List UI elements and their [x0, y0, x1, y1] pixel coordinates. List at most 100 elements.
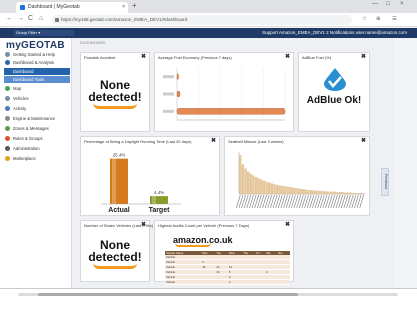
group-filter-select[interactable]: Group Filter ▾ [14, 30, 74, 36]
sidebar-item-activity[interactable]: Activity [4, 105, 70, 112]
seatbelt-bar [270, 183, 273, 195]
seatbelt-bar [357, 193, 360, 195]
horizontal-scrollbar[interactable] [18, 293, 398, 296]
stolen-vehicles-panel: Number of Stolen Vehicles (Last 3 Hrs) ✖… [80, 220, 153, 282]
minimize-icon[interactable]: — [372, 1, 378, 7]
seatbelt-bar [315, 190, 318, 195]
vehicle-icon [5, 96, 10, 101]
sidebar-item-label: Zones & Messages [13, 126, 49, 131]
panel-title: Average Fuel Economy (Previous 7 days) [158, 55, 232, 60]
maximize-icon[interactable]: □ [386, 1, 390, 7]
tab-title: Dashboard | MyGeotab [28, 4, 80, 10]
none-detected-line2: detected! [88, 90, 142, 104]
help-icon [5, 52, 10, 57]
sidebar-item-label: Activity [13, 106, 27, 111]
sidebar-item-engine-maintenance[interactable]: Engine & Maintenance [4, 115, 70, 122]
category-label-placeholder [163, 92, 174, 96]
bookmark-star-icon[interactable]: ☆ [362, 16, 367, 22]
close-panel-icon[interactable]: ✖ [141, 53, 146, 60]
scrollbar-thumb[interactable] [38, 293, 298, 296]
sidebar-item-map[interactable]: Map [4, 85, 70, 92]
seatbelt-bar [344, 192, 347, 195]
sidebar-item-dashboard[interactable]: Dashboard [4, 68, 70, 75]
sidebar-item-administration[interactable]: Administration [4, 145, 70, 152]
seatbelt-bar [307, 190, 310, 195]
adblue-drop-icon [324, 68, 346, 91]
seatbelt-misuse-chart [235, 152, 365, 209]
avg-fuel-economy-panel: Average Fuel Economy (Previous 7 days) ✖ [154, 52, 294, 132]
adblue-panel: AdBlue Fuel (%) ✖ AdBlue Ok! [298, 52, 370, 132]
url-input[interactable]: https://my168.geotab.com/amazon_EMEA_DEV… [52, 15, 352, 25]
seatbelt-bar [239, 155, 242, 195]
browser-tab[interactable]: Dashboard | MyGeotab × [16, 2, 128, 13]
fuel-bar [176, 108, 286, 115]
reload-icon[interactable]: C [28, 15, 33, 22]
close-tab-icon[interactable]: × [122, 2, 125, 13]
panel-title: Seatbelt Misuse (Last 3 weeks) [228, 139, 284, 144]
rules-icon [5, 136, 10, 141]
browser-menu-icon[interactable]: ☰ [392, 16, 397, 22]
app-topbar: Group Filter ▾ Support Amazon_EMEA_DEV1 … [0, 28, 417, 38]
close-window-icon[interactable]: × [400, 1, 404, 7]
seatbelt-bar [291, 187, 294, 195]
seatbelt-bar [328, 191, 331, 195]
group-filter-label: Group Filter [16, 30, 38, 35]
possible-accident-panel: Possible Accident ✖ None detected! [80, 52, 150, 132]
close-panel-icon[interactable]: ✖ [285, 221, 290, 228]
close-panel-icon[interactable]: ✖ [211, 137, 216, 144]
seatbelt-bar [302, 189, 305, 195]
seatbelt-bar [299, 188, 302, 195]
topbar-user-info[interactable]: Support Amazon_EMEA_DEV1 2 Notifications… [262, 28, 407, 38]
geotab-favicon-icon [20, 5, 25, 10]
sidebar-item-label: Vehicles [13, 96, 29, 101]
sidebar-item-rules-groups[interactable]: Rules & Groups [4, 135, 70, 142]
marketplace-icon [5, 156, 10, 161]
sidebar-item-dashboard-analysis[interactable]: Dashboard & Analysis [4, 59, 70, 66]
panel-title: AdBlue Fuel (%) [302, 55, 332, 60]
browser-tab-strip: Dashboard | MyGeotab × + — □ × [0, 0, 417, 13]
seatbelt-bar [286, 186, 289, 195]
table-cell [201, 279, 216, 285]
sidebar-item-marketplace[interactable]: Marketplace [4, 155, 70, 162]
table-cell [265, 279, 277, 285]
gear-icon [5, 146, 10, 151]
seatbelt-bar [312, 190, 315, 195]
seatbelt-bar [320, 190, 323, 195]
back-icon[interactable]: ← [6, 15, 13, 22]
seatbelt-bar [336, 192, 339, 195]
seatbelt-bar [325, 191, 329, 195]
sidebar-item-label: Rules & Groups [13, 136, 43, 141]
seatbelt-bar [304, 189, 308, 195]
close-panel-icon[interactable]: ✖ [361, 137, 366, 144]
sidebar-item-vehicles[interactable]: Vehicles [4, 95, 70, 102]
bar-highlight [152, 196, 156, 204]
seatbelt-bar [317, 190, 321, 195]
close-panel-icon[interactable]: ✖ [141, 221, 146, 228]
seatbelt-bar [338, 192, 342, 195]
sidebar: myGEOTAB Getting Started & Help Dashboar… [0, 38, 72, 288]
seatbelt-bar [257, 178, 260, 195]
feedback-tab[interactable]: Feedback [381, 168, 389, 196]
close-panel-icon[interactable]: ✖ [285, 53, 290, 60]
sidebar-item-dashboard-tools[interactable]: Dashboard Tools [4, 76, 70, 83]
table-cell [215, 279, 228, 285]
seatbelt-bar [252, 175, 255, 195]
sidebar-item-getting-started[interactable]: Getting Started & Help [4, 51, 70, 58]
seatbelt-bar [289, 187, 292, 195]
seatbelt-bar [244, 168, 247, 195]
sidebar-item-label: Engine & Maintenance [13, 116, 56, 121]
category-label: Target [149, 207, 171, 214]
table-row[interactable]: Vehicle 3 [165, 279, 290, 285]
extension-icon[interactable]: ⊕ [376, 16, 381, 22]
bar-highlight [112, 158, 116, 204]
dashboard-icon [5, 60, 10, 65]
panel-title: Percentage of Being a Daylight Running T… [84, 139, 192, 144]
home-icon[interactable]: ⌂ [39, 15, 43, 22]
sidebar-item-zones-messages[interactable]: Zones & Messages [4, 125, 70, 132]
seatbelt-bar [249, 173, 252, 195]
forward-icon[interactable]: → [17, 15, 24, 22]
close-panel-icon[interactable]: ✖ [361, 53, 366, 60]
bottom-scroll-area [0, 288, 417, 314]
audits-count-panel: Highest Audits Count per Vehicle (Previo… [154, 220, 294, 285]
new-tab-button[interactable]: + [132, 1, 137, 10]
